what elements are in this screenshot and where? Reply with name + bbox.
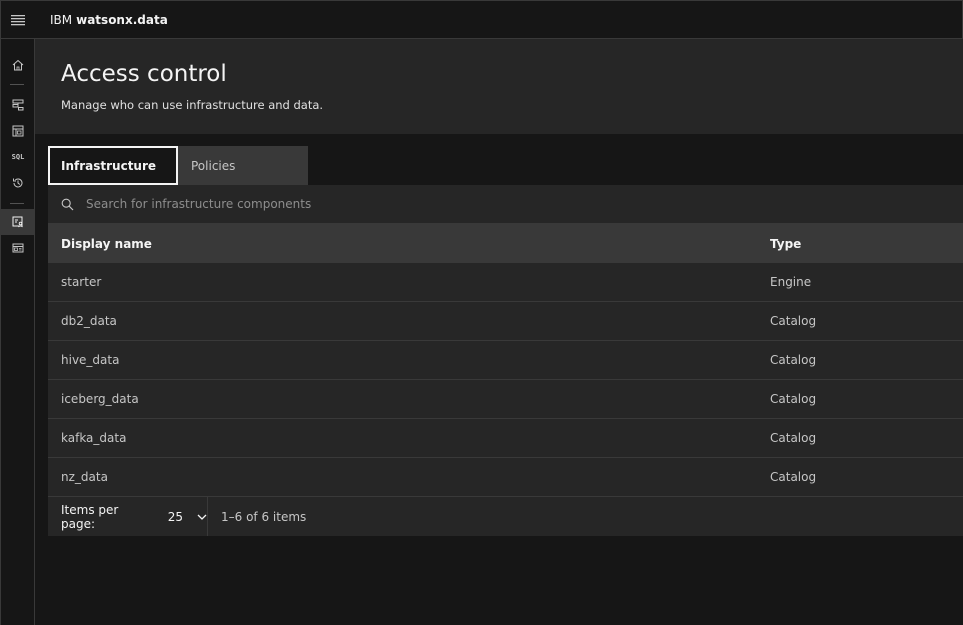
items-per-page: Items per page: 25 [48, 497, 208, 536]
page-subtitle: Manage who can use infrastructure and da… [61, 98, 324, 112]
nav-item-data-manager[interactable] [1, 118, 35, 144]
pagination: Items per page: 25 1–6 of 6 items [48, 497, 963, 536]
product-name-link[interactable]: IBM watsonx.data [50, 13, 168, 27]
column-header-type[interactable]: Type [757, 237, 963, 251]
cell-display-name: kafka_data [61, 431, 127, 445]
data-manager-icon [12, 125, 24, 137]
table-row[interactable]: kafka_data Catalog [48, 419, 963, 458]
history-icon [13, 178, 23, 188]
table-row[interactable]: iceberg_data Catalog [48, 380, 963, 419]
side-navigation: SQL [0, 39, 35, 625]
cell-type: Catalog [770, 431, 817, 445]
nav-divider [10, 203, 24, 204]
nav-item-workspace[interactable] [1, 235, 35, 261]
cell-type: Catalog [770, 392, 817, 406]
brand-product: watsonx.data [76, 12, 168, 27]
tab-infrastructure[interactable]: Infrastructure [48, 146, 178, 185]
tab-policies[interactable]: Policies [178, 146, 308, 185]
nav-item-infrastructure[interactable] [1, 92, 35, 118]
items-per-page-select[interactable]: 25 [168, 510, 207, 524]
cell-display-name: iceberg_data [61, 392, 139, 406]
cell-display-name: starter [61, 275, 102, 289]
main-content: Access control Manage who can use infras… [35, 39, 963, 625]
tab-list: Infrastructure Policies [48, 146, 308, 185]
table-row[interactable]: db2_data Catalog [48, 302, 963, 341]
workspace-icon [12, 243, 24, 253]
cell-type: Catalog [770, 314, 817, 328]
cell-type: Catalog [770, 353, 817, 367]
table-search [48, 185, 963, 224]
cell-type: Catalog [770, 470, 817, 484]
access-control-icon [12, 216, 23, 228]
table-row[interactable]: starter Engine [48, 263, 963, 302]
search-icon [61, 198, 74, 210]
column-header-display-name[interactable]: Display name [48, 237, 757, 251]
infrastructure-table: Display name Type starter Engine db2_dat… [48, 185, 963, 536]
nav-divider [10, 84, 24, 85]
search-input[interactable] [86, 197, 686, 211]
sql-icon: SQL [11, 153, 25, 161]
cell-display-name: nz_data [61, 470, 108, 484]
infrastructure-icon [12, 99, 24, 111]
nav-item-access-control[interactable] [1, 209, 35, 235]
brand-prefix: IBM [50, 12, 73, 27]
page-title: Access control [61, 61, 227, 87]
nav-item-query-history[interactable] [1, 170, 35, 196]
cell-type: Engine [770, 275, 812, 289]
cell-display-name: db2_data [61, 314, 117, 328]
menu-button[interactable] [1, 1, 34, 39]
items-per-page-label: Items per page: [61, 502, 119, 531]
nav-item-sql[interactable]: SQL [1, 144, 35, 170]
page-header: Access control Manage who can use infras… [35, 39, 963, 134]
table-row[interactable]: hive_data Catalog [48, 341, 963, 380]
hamburger-menu-icon [10, 14, 25, 25]
home-icon [12, 59, 24, 71]
chevron-down-icon [197, 514, 207, 520]
table-row[interactable]: nz_data Catalog [48, 458, 963, 497]
cell-display-name: hive_data [61, 353, 120, 367]
top-header: IBM watsonx.data [0, 0, 963, 39]
items-per-page-value: 25 [167, 509, 183, 524]
nav-item-home[interactable] [1, 52, 35, 78]
table-header: Display name Type [48, 224, 963, 263]
pagination-range: 1–6 of 6 items [221, 509, 307, 524]
